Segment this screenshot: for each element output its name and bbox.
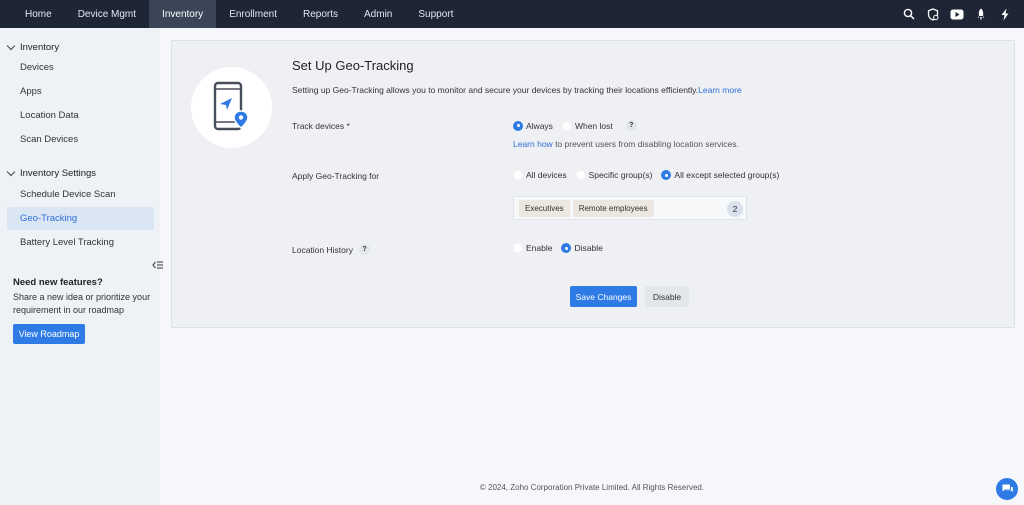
sidebar-item-schedule-device-scan[interactable]: Schedule Device Scan bbox=[7, 183, 154, 206]
sidebar-item-devices[interactable]: Devices bbox=[7, 56, 154, 79]
geo-tracking-panel: Set Up Geo-Tracking Setting up Geo-Track… bbox=[171, 40, 1015, 328]
nav-home[interactable]: Home bbox=[0, 0, 65, 28]
radio-unselected-icon bbox=[513, 243, 523, 253]
rocket-icon[interactable] bbox=[974, 7, 988, 21]
nav-device-mgmt[interactable]: Device Mgmt bbox=[65, 0, 149, 28]
group-chip-executives: Executives bbox=[519, 199, 570, 217]
sidebar-section-label: Inventory bbox=[20, 41, 60, 53]
location-history-row: Location History ? bbox=[292, 244, 370, 255]
sidebar-section-inventory-settings[interactable]: Inventory Settings bbox=[0, 162, 96, 184]
nav-admin[interactable]: Admin bbox=[351, 0, 405, 28]
radio-all-devices[interactable]: All devices bbox=[513, 170, 567, 180]
sidebar-section-inventory[interactable]: Inventory bbox=[0, 36, 59, 58]
top-navigation: Home Device Mgmt Inventory Enrollment Re… bbox=[0, 0, 1024, 28]
geo-tracking-illustration bbox=[191, 67, 272, 148]
nav-support[interactable]: Support bbox=[405, 0, 466, 28]
chevron-down-icon bbox=[6, 41, 16, 50]
track-devices-label: Track devices * bbox=[292, 121, 350, 131]
sidebar-item-geo-tracking[interactable]: Geo-Tracking bbox=[7, 207, 154, 230]
nav-enrollment[interactable]: Enrollment bbox=[216, 0, 290, 28]
hint-text: to prevent users from disabling location… bbox=[552, 139, 739, 149]
location-history-options: Enable Disable bbox=[513, 243, 612, 253]
sidebar-section-label: Inventory Settings bbox=[20, 167, 97, 179]
track-devices-options: Always When lost ? bbox=[513, 120, 637, 131]
radio-specific-groups[interactable]: Specific group(s) bbox=[575, 170, 653, 180]
search-icon[interactable] bbox=[902, 7, 916, 21]
radio-enable[interactable]: Enable bbox=[513, 243, 552, 253]
nav-reports[interactable]: Reports bbox=[290, 0, 351, 28]
radio-unselected-icon bbox=[561, 120, 572, 131]
radio-all-except-selected-groups[interactable]: All except selected group(s) bbox=[661, 170, 779, 180]
need-features-title: Need new features? bbox=[13, 277, 103, 288]
disable-button[interactable]: Disable bbox=[645, 286, 689, 307]
radio-label: Enable bbox=[526, 243, 553, 253]
chat-icon bbox=[1002, 484, 1013, 492]
apply-for-options: All devices Specific group(s) All except… bbox=[513, 170, 788, 180]
radio-label: When lost bbox=[574, 120, 613, 131]
radio-label: Always bbox=[526, 120, 553, 131]
radio-label: All except selected group(s) bbox=[674, 170, 780, 180]
learn-more-link[interactable]: Learn more bbox=[698, 85, 741, 95]
radio-label: Disable bbox=[574, 243, 603, 253]
need-features-text: Share a new idea or prioritize your requ… bbox=[13, 292, 151, 315]
footer-copyright: © 2024, Zoho Corporation Private Limited… bbox=[479, 483, 705, 492]
group-count-badge: 2 bbox=[727, 201, 743, 217]
selected-groups-field[interactable]: Executives Remote employees 2 bbox=[513, 196, 747, 220]
radio-selected-icon bbox=[561, 243, 572, 253]
radio-selected-icon bbox=[513, 120, 523, 131]
nav-icon-bar bbox=[902, 0, 1012, 28]
save-changes-button[interactable]: Save Changes bbox=[570, 286, 637, 307]
radio-label: All devices bbox=[526, 170, 567, 180]
description-text: Setting up Geo-Tracking allows you to mo… bbox=[292, 85, 699, 95]
shield-icon[interactable] bbox=[926, 7, 940, 21]
sidebar-item-apps[interactable]: Apps bbox=[7, 80, 154, 103]
radio-label: Specific group(s) bbox=[588, 170, 653, 180]
radio-unselected-icon bbox=[513, 170, 523, 180]
radio-always[interactable]: Always bbox=[513, 120, 553, 131]
help-icon[interactable]: ? bbox=[625, 120, 637, 131]
radio-when-lost[interactable]: When lost bbox=[561, 120, 613, 131]
lightning-icon[interactable] bbox=[998, 7, 1012, 21]
chevron-down-icon bbox=[6, 167, 16, 176]
nav-inventory[interactable]: Inventory bbox=[149, 0, 217, 28]
sidebar-item-scan-devices[interactable]: Scan Devices bbox=[7, 128, 154, 151]
chat-button[interactable] bbox=[996, 478, 1018, 500]
learn-how-link[interactable]: Learn how bbox=[513, 139, 553, 149]
nav-menu: Home Device Mgmt Inventory Enrollment Re… bbox=[0, 0, 466, 28]
sidebar-item-location-data[interactable]: Location Data bbox=[7, 104, 154, 127]
youtube-icon[interactable] bbox=[950, 7, 964, 21]
sidebar: Inventory Devices Apps Location Data Sca… bbox=[0, 28, 163, 505]
phone-location-icon bbox=[213, 81, 249, 131]
radio-unselected-icon bbox=[575, 170, 586, 180]
location-history-label: Location History bbox=[292, 244, 353, 255]
group-chip-remote-employees: Remote employees bbox=[572, 199, 654, 217]
sidebar-item-battery-level-tracking[interactable]: Battery Level Tracking bbox=[7, 231, 154, 254]
view-roadmap-button[interactable]: View Roadmap bbox=[13, 324, 85, 344]
help-icon[interactable]: ? bbox=[358, 244, 370, 255]
radio-disable[interactable]: Disable bbox=[561, 243, 603, 253]
page-description: Setting up Geo-Tracking allows you to mo… bbox=[292, 85, 742, 95]
page-title: Set Up Geo-Tracking bbox=[292, 58, 414, 73]
radio-selected-icon bbox=[661, 170, 672, 180]
track-devices-hint: Learn how to prevent users from disablin… bbox=[513, 139, 739, 149]
collapse-sidebar-icon[interactable] bbox=[152, 259, 164, 271]
apply-geo-tracking-label: Apply Geo-Tracking for bbox=[292, 171, 380, 181]
